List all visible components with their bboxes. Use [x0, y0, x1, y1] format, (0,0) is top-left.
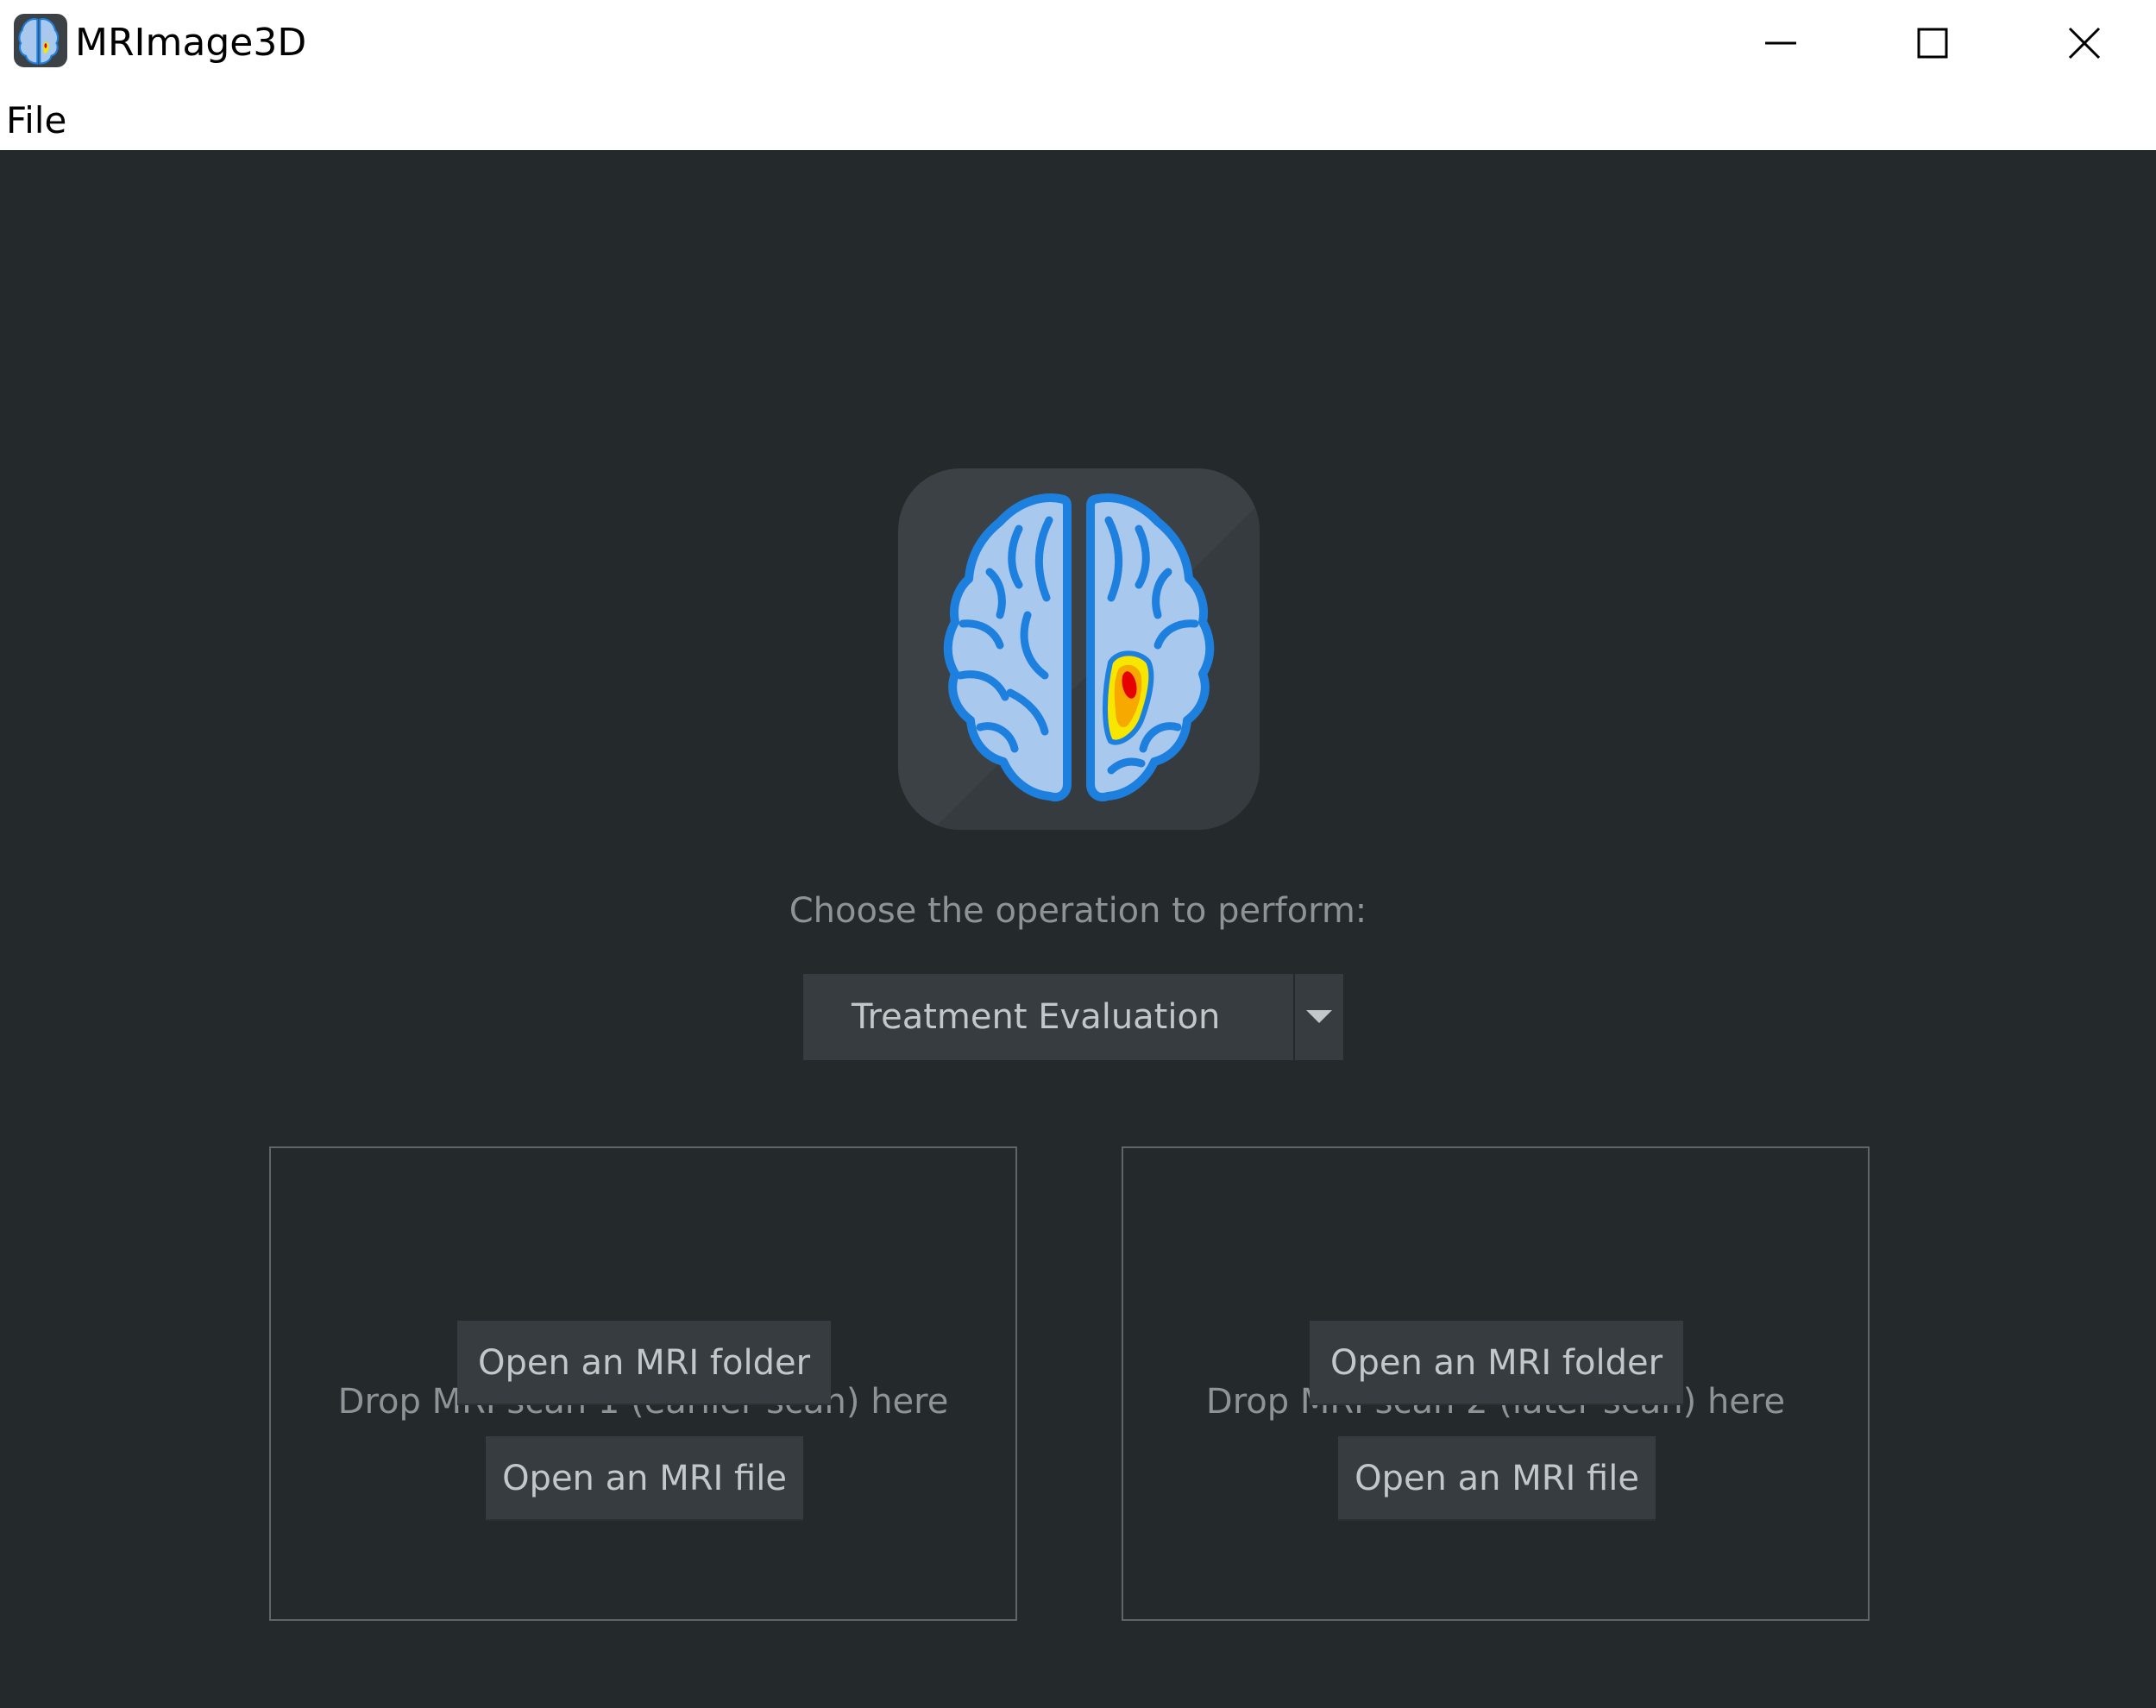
- operation-select-value: Treatment Evaluation: [852, 997, 1221, 1037]
- minimize-icon: [1765, 41, 1796, 45]
- close-button[interactable]: [2008, 0, 2156, 86]
- menu-item-file[interactable]: File: [6, 97, 66, 145]
- open-mri-folder-button-scan-2[interactable]: Open an MRI folder: [1310, 1321, 1683, 1405]
- maximize-icon: [1917, 28, 1948, 59]
- operation-prompt: Choose the operation to perform:: [789, 891, 1367, 931]
- chevron-down-icon[interactable]: [1293, 974, 1343, 1060]
- minimize-button[interactable]: [1705, 0, 1857, 86]
- maximize-button[interactable]: [1857, 0, 2008, 86]
- operation-select[interactable]: Treatment Evaluation: [803, 974, 1343, 1060]
- window-title: MRImage3D: [75, 21, 307, 65]
- open-mri-file-button-scan-2[interactable]: Open an MRI file: [1338, 1436, 1656, 1521]
- close-icon: [2068, 27, 2101, 60]
- app-window: MRImage3D File Choose the operation to p…: [0, 0, 2156, 1708]
- open-mri-folder-button-scan-1[interactable]: Open an MRI folder: [457, 1321, 831, 1405]
- brain-scan-icon: [14, 14, 67, 67]
- menu-bar: File: [0, 86, 2156, 150]
- title-bar: MRImage3D: [0, 0, 2156, 86]
- brain-scan-icon: [898, 468, 1260, 830]
- open-mri-file-button-scan-1[interactable]: Open an MRI file: [486, 1436, 803, 1521]
